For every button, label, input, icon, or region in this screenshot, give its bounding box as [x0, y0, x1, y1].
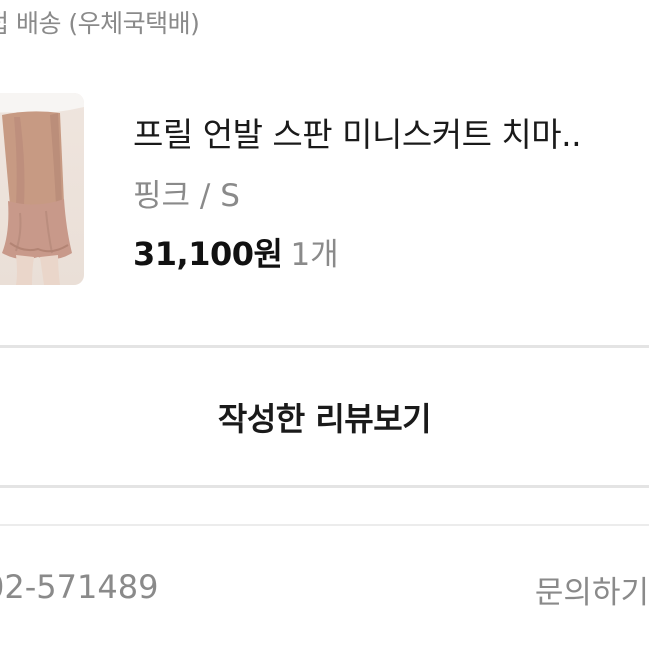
divider	[0, 345, 649, 348]
divider	[0, 524, 649, 526]
product-thumbnail[interactable]	[0, 93, 84, 285]
price-row: 31,100원 1개	[133, 229, 339, 275]
view-written-review-button[interactable]: 작성한 리뷰보기	[0, 349, 649, 485]
divider	[0, 485, 649, 488]
skirt-product-photo	[0, 93, 84, 285]
product-price: 31,100원	[133, 235, 283, 273]
product-name[interactable]: 프릴 언발 스판 미니스커트 치마..	[133, 108, 582, 156]
order-number: 02-571489	[0, 568, 159, 606]
inquiry-button[interactable]: 문의하기	[535, 567, 649, 612]
product-option: 핑크 / S	[133, 178, 240, 214]
product-quantity: 1개	[290, 237, 339, 273]
shipping-method-text: 접 배송 (우체국택배)	[0, 9, 200, 38]
